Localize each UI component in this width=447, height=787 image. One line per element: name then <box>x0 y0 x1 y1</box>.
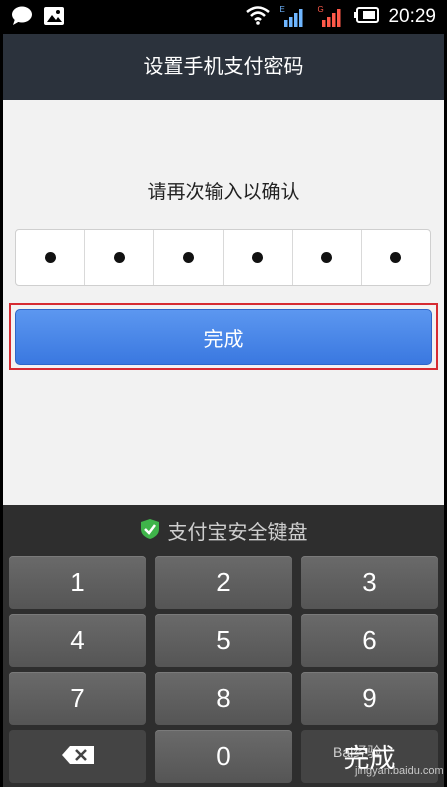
backspace-icon <box>61 741 95 772</box>
pin-cell <box>16 230 86 285</box>
wifi-icon <box>246 5 271 29</box>
app-screen: E G 20:29 设置手机支付密码 请再次输入以确认 完成 支付宝安全键盘 1… <box>3 0 444 787</box>
watermark-url: jingyan.baidu.com <box>355 765 444 777</box>
pin-cell <box>154 230 224 285</box>
backspace-key[interactable] <box>9 730 146 783</box>
key-1[interactable]: 1 <box>9 556 146 609</box>
key-7[interactable]: 7 <box>9 672 146 725</box>
pin-cell <box>362 230 430 285</box>
pin-cell <box>224 230 293 285</box>
page-title: 设置手机支付密码 <box>143 54 304 78</box>
message-bubble-icon <box>11 6 33 30</box>
done-button[interactable]: 完成 <box>15 309 432 365</box>
shield-check-icon <box>140 518 160 546</box>
pin-dot <box>390 252 402 263</box>
key-4[interactable]: 4 <box>9 614 146 667</box>
pin-input[interactable] <box>15 229 431 286</box>
title-bar: 设置手机支付密码 <box>3 34 444 100</box>
key-2[interactable]: 2 <box>155 556 292 609</box>
pin-cell <box>85 230 155 285</box>
key-5[interactable]: 5 <box>155 614 292 667</box>
pin-dot <box>44 252 56 263</box>
pin-dot <box>113 252 125 263</box>
keyboard-title: 支付宝安全键盘 <box>167 520 308 544</box>
status-bar-right: E G 20:29 <box>246 5 436 29</box>
key-9[interactable]: 9 <box>301 672 438 725</box>
pin-dot <box>182 252 194 263</box>
status-time: 20:29 <box>388 6 436 27</box>
key-0[interactable]: 0 <box>155 730 292 783</box>
key-3[interactable]: 3 <box>301 556 438 609</box>
signal-icon: E <box>278 6 308 28</box>
signal-icon: G <box>316 6 346 28</box>
confirm-prompt: 请再次输入以确认 <box>147 181 300 203</box>
key-8[interactable]: 8 <box>155 672 292 725</box>
status-bar: E G 20:29 <box>3 0 444 34</box>
watermark-text: Bai经验 <box>333 744 382 760</box>
status-bar-left <box>11 6 65 30</box>
pin-dot <box>252 252 264 263</box>
pin-cell <box>293 230 362 285</box>
keyboard-title-row: 支付宝安全键盘 <box>3 518 444 546</box>
key-6[interactable]: 6 <box>301 614 438 667</box>
pin-dot <box>321 252 333 263</box>
image-icon <box>43 6 65 30</box>
battery-icon <box>354 6 380 28</box>
